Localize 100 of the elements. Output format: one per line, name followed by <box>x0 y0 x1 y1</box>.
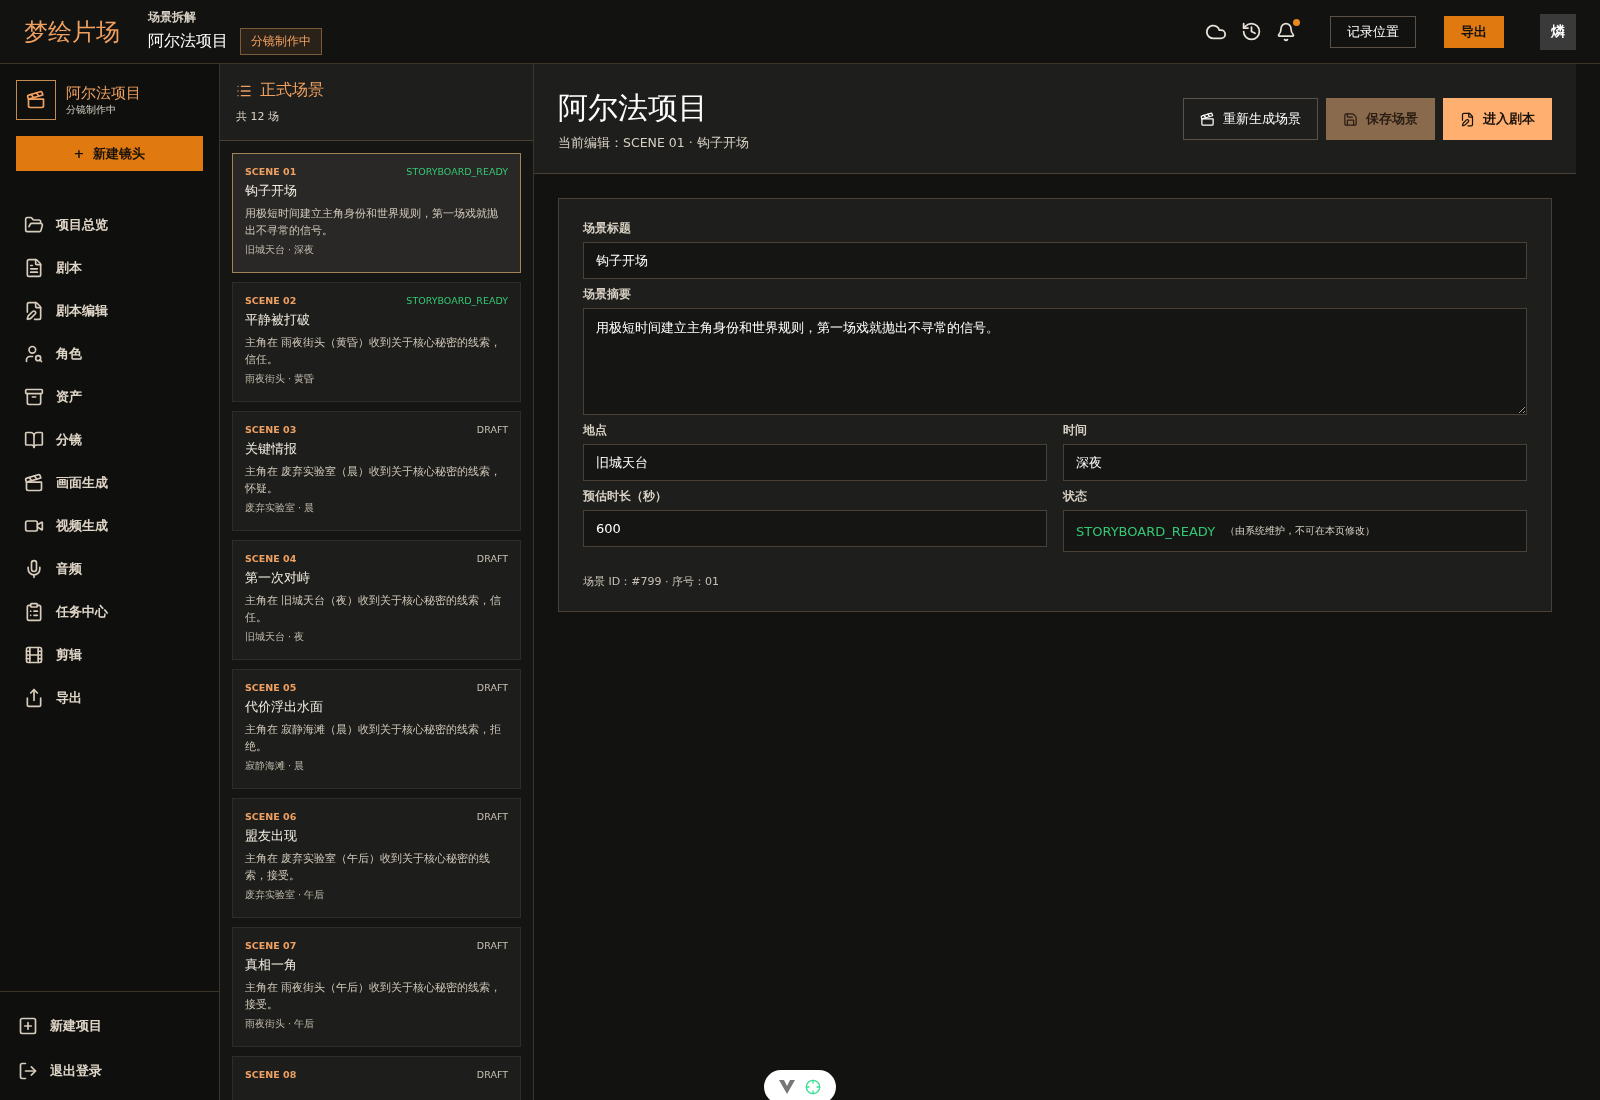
nav-item[interactable]: 音频 <box>24 553 195 584</box>
scene-card[interactable]: SCENE 03 DRAFT 关键情报 主角在 废弃实验室（晨）收到关于核心秘密的线索，怀疑。 废弃实验室 · 晨 <box>232 411 521 531</box>
nav-item[interactable]: 任务中心 <box>24 596 195 627</box>
summary-field[interactable]: 用极短时间建立主角身份和世界规则，第一场戏就抛出不寻常的信号。 <box>583 308 1527 415</box>
nav-label: 剪辑 <box>56 645 82 664</box>
field-label: 状态 <box>1063 489 1088 504</box>
devtools-pill[interactable] <box>764 1070 836 1100</box>
scene-meta: 雨夜街头 · 午后 <box>245 1018 316 1031</box>
scene-status: STORYBOARD_READY <box>406 295 508 306</box>
record-position-button[interactable]: 记录位置 <box>1330 15 1416 48</box>
nav-label: 资产 <box>56 387 82 406</box>
footer-item[interactable]: 新建项目 <box>18 1010 201 1041</box>
scene-card[interactable]: SCENE 08 DRAFT <box>232 1056 521 1100</box>
nav-label: 导出 <box>56 688 82 707</box>
scene-summary: 主角在 雨夜街头（午后）收到关于核心秘密的线索，接受。 <box>245 980 503 1013</box>
nav-item[interactable]: 剧本编辑 <box>24 295 195 326</box>
scene-meta: 旧城天台 · 深夜 <box>245 244 316 257</box>
export-button[interactable]: 导出 <box>1444 15 1504 48</box>
action-button[interactable]: 重新生成场景 <box>1183 98 1318 140</box>
nav-label: 剧本编辑 <box>56 301 108 320</box>
logout-icon <box>18 1060 38 1081</box>
time-field[interactable]: 深夜 <box>1063 444 1527 481</box>
field-label: 时间 <box>1063 423 1088 438</box>
scene-title: 钩子开场 <box>245 182 298 200</box>
footer-item[interactable]: 退出登录 <box>18 1055 201 1086</box>
scene-title: 真相一角 <box>245 956 298 974</box>
nav-item[interactable]: 剪辑 <box>24 639 195 670</box>
scene-status: DRAFT <box>476 424 508 435</box>
scene-meta: 旧城天台 · 夜 <box>245 631 306 644</box>
scene-code: SCENE 07 <box>245 940 297 951</box>
nav-item[interactable]: 剧本 <box>24 252 195 283</box>
scene-card[interactable]: SCENE 06 DRAFT 盟友出现 主角在 废弃实验室（午后）收到关于核心秘密的线索，接受。 废弃实验室 · 午后 <box>232 798 521 918</box>
scene-summary: 用极短时间建立主角身份和世界规则，第一场戏就抛出不寻常的信号。 <box>245 206 499 239</box>
nav-item[interactable]: 画面生成 <box>24 467 195 498</box>
nav-item[interactable]: 项目总览 <box>24 209 195 240</box>
scene-code: SCENE 04 <box>245 553 297 564</box>
project-name: 阿尔法项目 <box>66 83 141 103</box>
document-icon <box>24 257 44 278</box>
scene-status: DRAFT <box>476 553 508 564</box>
project-icon <box>16 80 56 120</box>
field-label: 场景标题 <box>583 221 632 236</box>
nav-item[interactable]: 分镜 <box>24 424 195 455</box>
scene-meta: 废弃实验室 · 午后 <box>245 889 326 902</box>
field-label: 地点 <box>583 423 608 438</box>
history-icon[interactable] <box>1241 21 1262 42</box>
scene-meta: 废弃实验室 · 晨 <box>245 502 316 515</box>
save-icon <box>1343 111 1358 127</box>
scene-code: SCENE 03 <box>245 424 297 435</box>
nav-label: 音频 <box>56 559 82 578</box>
scene-id-footnote: 场景 ID：#799 · 序号：01 <box>583 574 720 589</box>
field-label: 场景摘要 <box>583 287 632 302</box>
scene-summary: 主角在 旧城天台（夜）收到关于核心秘密的线索，信任。 <box>245 593 503 626</box>
scene-card[interactable]: SCENE 01 STORYBOARD_READY 钩子开场 用极短时间建立主角身份和世界规则，第一场戏就抛出不寻常的信号。 旧城天台 · 深夜 <box>232 153 521 273</box>
v-logo-icon <box>779 1080 795 1094</box>
nav-item[interactable]: 视频生成 <box>24 510 195 541</box>
nav-item[interactable]: 角色 <box>24 338 195 369</box>
action-button[interactable]: 进入剧本 <box>1443 98 1552 140</box>
film-icon <box>24 644 44 665</box>
nav-label: 视频生成 <box>56 516 108 535</box>
title-field[interactable]: 钩子开场 <box>583 242 1527 279</box>
project-status: 分镜制作中 <box>66 102 117 117</box>
scene-title: 代价浮出水面 <box>245 698 324 716</box>
nav-label: 任务中心 <box>56 602 108 621</box>
scene-title: 盟友出现 <box>245 827 298 845</box>
scene-summary: 主角在 雨夜街头（黄昏）收到关于核心秘密的线索，信任。 <box>245 335 503 368</box>
nav-label: 剧本 <box>56 258 82 277</box>
share-icon <box>24 687 44 708</box>
footer-label: 退出登录 <box>50 1061 102 1080</box>
scene-status: DRAFT <box>476 940 508 951</box>
scene-card[interactable]: SCENE 05 DRAFT 代价浮出水面 主角在 寂静海滩（晨）收到关于核心秘密的线索，拒绝。 寂静海滩 · 晨 <box>232 669 521 789</box>
new-shot-button[interactable]: + 新建镜头 <box>16 136 203 171</box>
duration-field[interactable]: 600 <box>583 510 1047 547</box>
book-icon <box>24 429 44 450</box>
folder-icon <box>24 214 44 235</box>
scene-code: SCENE 05 <box>245 682 297 693</box>
target-icon <box>805 1079 821 1095</box>
clipboard-icon <box>24 601 44 622</box>
nav-label: 项目总览 <box>56 215 108 234</box>
scene-status: DRAFT <box>476 1069 508 1080</box>
field-label: 预估时长（秒） <box>583 489 668 504</box>
notification-icon[interactable] <box>1276 21 1296 42</box>
user-avatar[interactable]: 燐 <box>1540 13 1576 50</box>
breadcrumb: 场景拆解 <box>148 8 197 26</box>
scene-card[interactable]: SCENE 07 DRAFT 真相一角 主角在 雨夜街头（午后）收到关于核心秘密的线索，接受。 雨夜街头 · 午后 <box>232 927 521 1047</box>
microphone-icon <box>24 558 44 579</box>
add-square-icon <box>18 1015 38 1036</box>
scene-card[interactable]: SCENE 02 STORYBOARD_READY 平静被打破 主角在 雨夜街头（黄昏）收到关于核心秘密的线索，信任。 雨夜街头 · 黄昏 <box>232 282 521 402</box>
location-field[interactable]: 旧城天台 <box>583 444 1047 481</box>
scene-code: SCENE 02 <box>245 295 297 306</box>
nav-item[interactable]: 导出 <box>24 682 195 713</box>
scene-meta: 寂静海滩 · 晨 <box>245 760 306 773</box>
scene-code: SCENE 01 <box>245 166 297 177</box>
scene-card[interactable]: SCENE 04 DRAFT 第一次对峙 主角在 旧城天台（夜）收到关于核心秘密的线索，信任。 旧城天台 · 夜 <box>232 540 521 660</box>
scene-title: 第一次对峙 <box>245 569 311 587</box>
status-badge: 分镜制作中 <box>240 27 322 55</box>
scene-code: SCENE 08 <box>245 1069 297 1080</box>
editor-subtitle: 当前编辑：SCENE 01 · 钩子开场 <box>558 135 749 152</box>
nav-item[interactable]: 资产 <box>24 381 195 412</box>
scene-summary: 主角在 寂静海滩（晨）收到关于核心秘密的线索，拒绝。 <box>245 722 503 755</box>
person-search-icon <box>24 343 44 364</box>
